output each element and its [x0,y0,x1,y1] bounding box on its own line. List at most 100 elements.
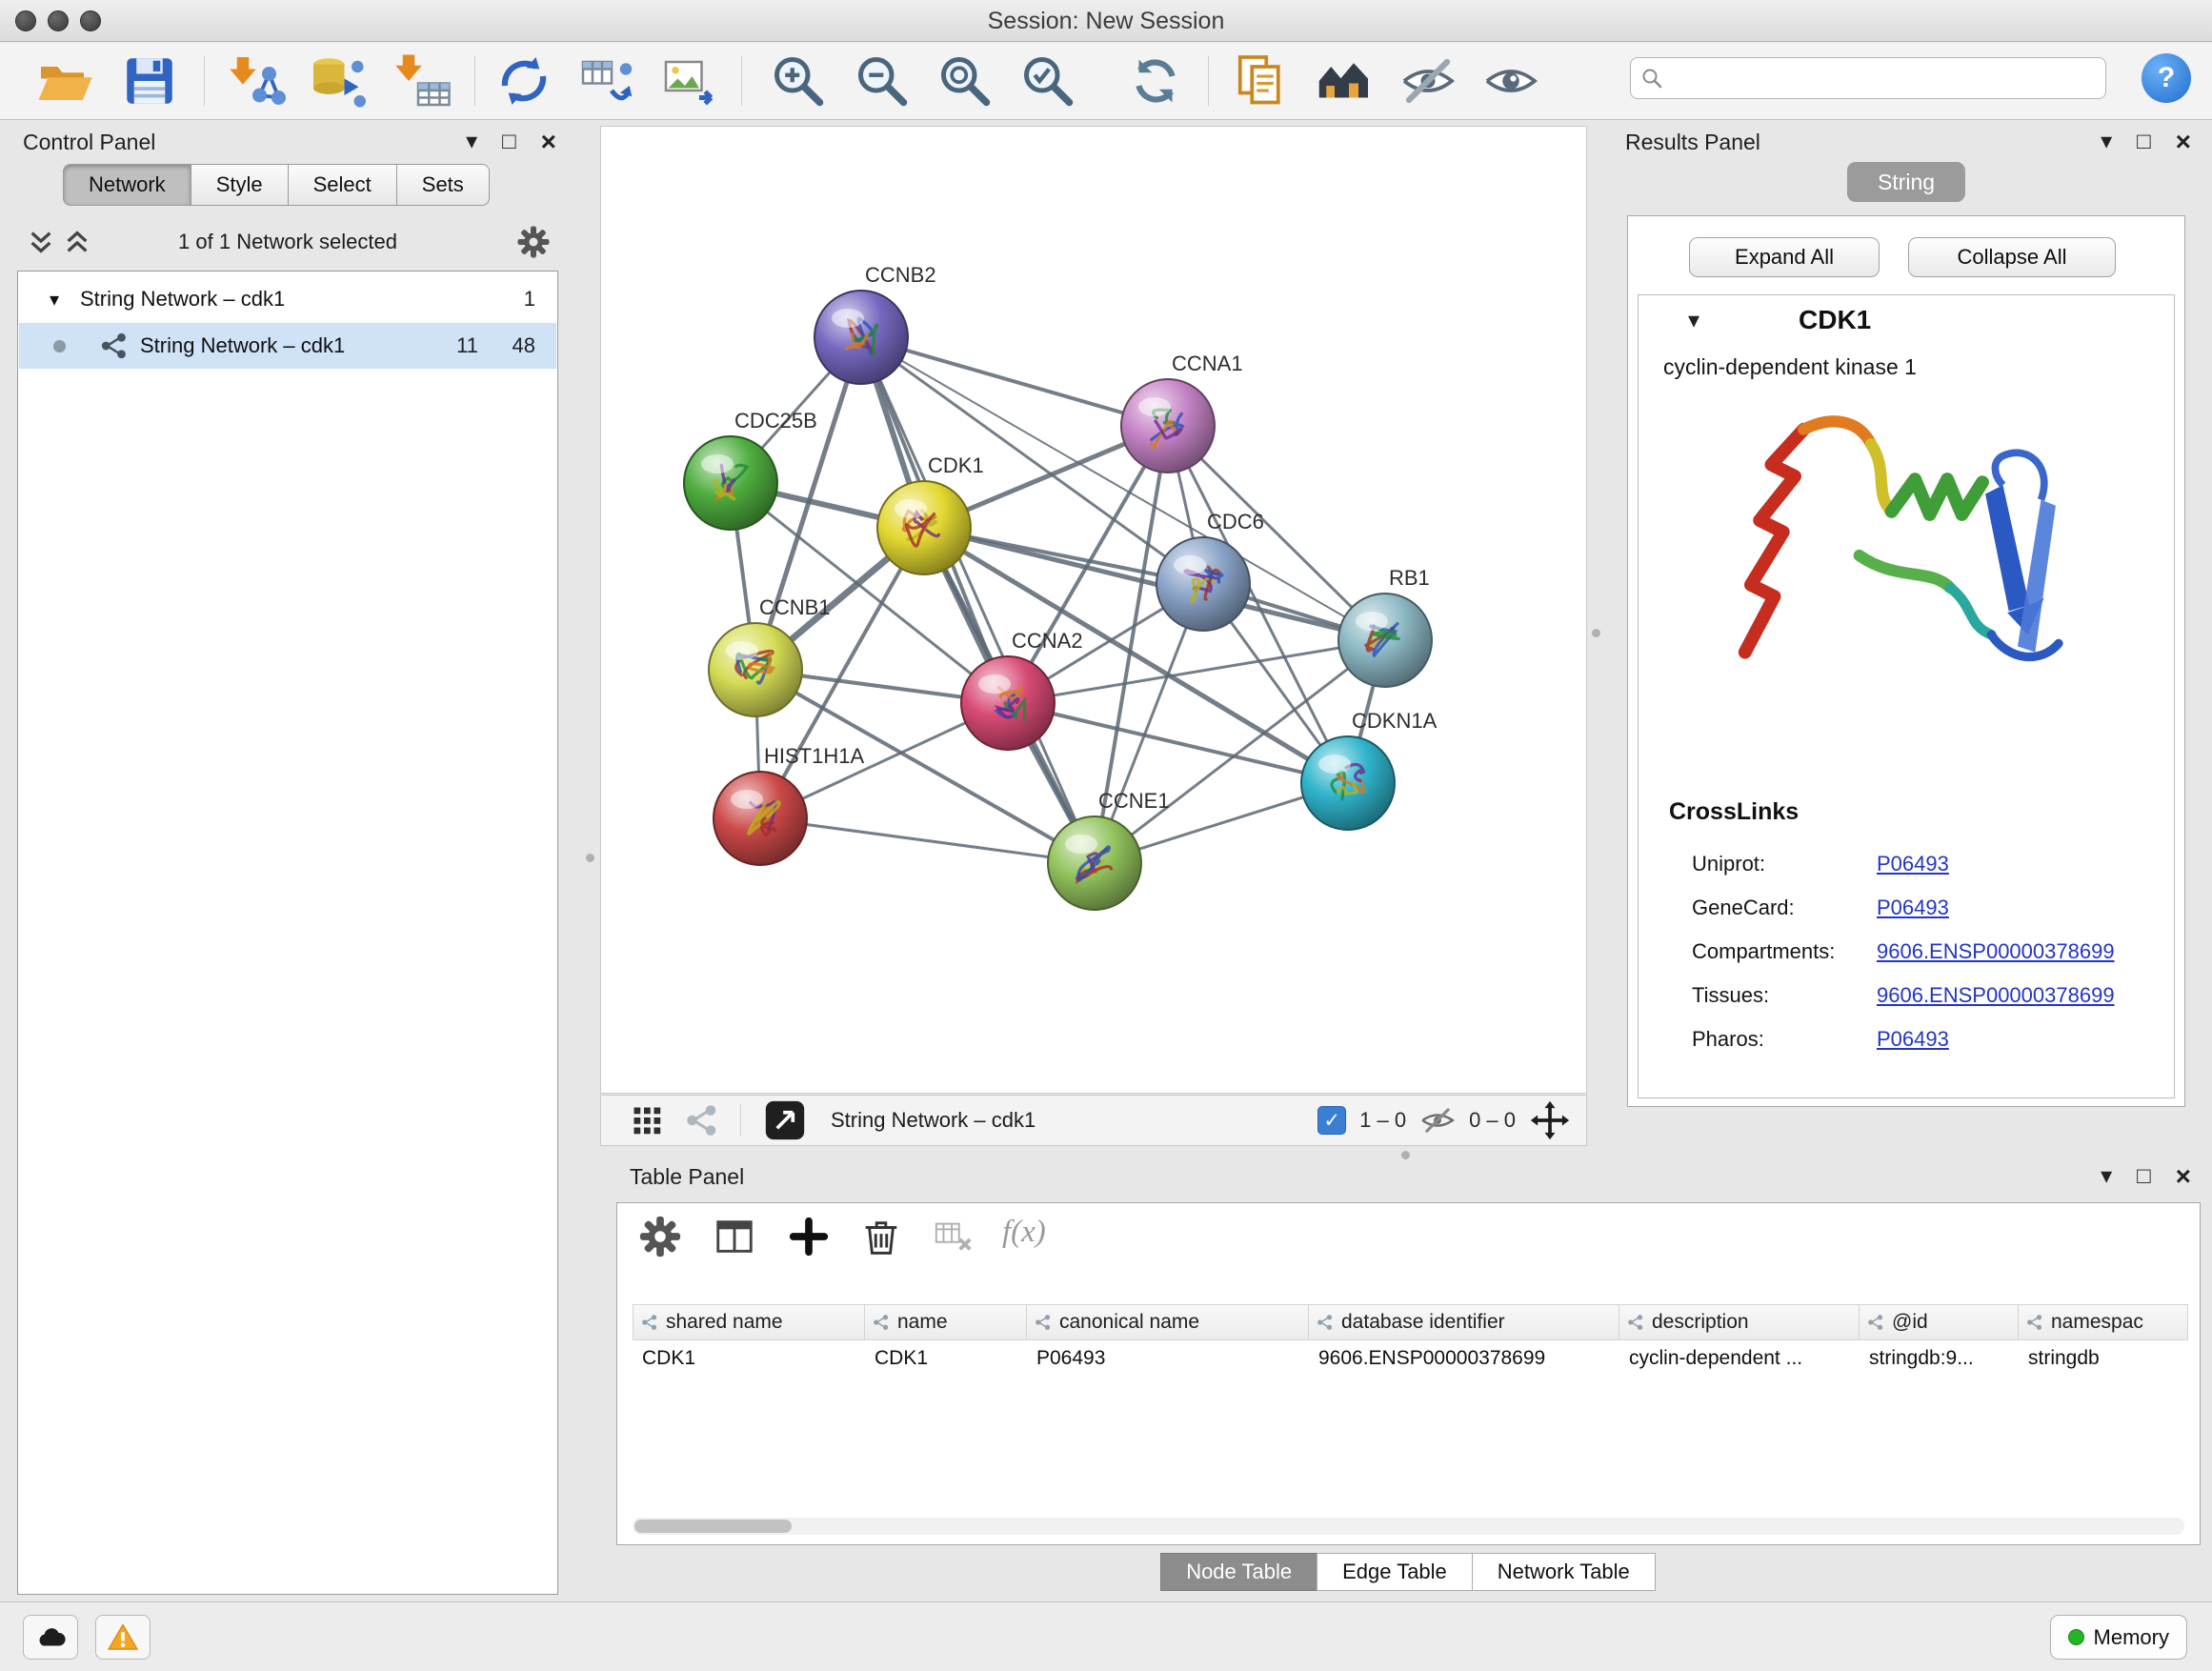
home-button[interactable] [1316,52,1373,110]
network-row-selected[interactable]: String Network – cdk1 11 48 [19,323,556,369]
column-header-database-identifier[interactable]: database identifier [1309,1304,1619,1340]
hidden-toggle-button[interactable] [1419,1102,1456,1138]
network-node-cdc6[interactable]: CDC6 [1156,510,1264,631]
network-node-cdc25b[interactable]: CDC25B [684,409,817,530]
column-header-description[interactable]: description [1619,1304,1860,1340]
fit-content-button[interactable] [1529,1099,1571,1141]
tab-sets[interactable]: Sets [397,164,490,206]
open-in-window-button[interactable] [764,1099,806,1141]
grid-view-button[interactable] [630,1103,664,1137]
float-panel-icon[interactable]: □ [2137,128,2151,156]
tab-network[interactable]: Network [63,164,191,206]
zoom-out-button[interactable] [854,52,911,110]
function-builder-button[interactable]: f(x) [1002,1215,1046,1250]
crosslink-value-link[interactable]: 9606.ENSP00000378699 [1877,983,2115,1008]
table-row[interactable]: CDK1CDK1P064939606.ENSP00000378699cyclin… [633,1340,2188,1377]
horizontal-scrollbar[interactable] [633,1518,2184,1535]
scrollbar-thumb[interactable] [634,1520,792,1533]
zoom-selected-button[interactable] [1019,52,1076,110]
import-network-from-file-button[interactable] [229,52,286,110]
show-columns-button[interactable] [713,1215,756,1258]
memory-button[interactable]: Memory [2050,1615,2187,1660]
network-options-gear-icon[interactable] [516,225,551,259]
zoom-in-button[interactable] [770,52,827,110]
panel-menu-icon[interactable]: ▾ [2101,128,2112,156]
crosslink-row: Tissues:9606.ENSP00000378699 [1639,976,2174,1019]
expand-all-button[interactable]: Expand All [1689,237,1880,277]
selected-checkbox[interactable]: ✓ [1317,1106,1346,1135]
hide-annotations-button[interactable] [1399,52,1457,110]
close-panel-icon[interactable]: × [2176,128,2191,156]
delete-column-button[interactable] [859,1215,903,1258]
network-graph[interactable]: CCNB2CCNA1CDC25BCDK1CDC6RB1CCNB1CCNA2CDK… [601,127,1586,1093]
node-count: 11 [456,333,478,358]
show-annotations-button[interactable] [1482,52,1539,110]
network-node-ccnb2[interactable]: CCNB2 [814,263,936,384]
plus-icon [787,1215,831,1258]
tree-expander-icon[interactable]: ▾ [40,288,69,312]
float-panel-icon[interactable]: □ [502,128,516,156]
tab-style[interactable]: Style [191,164,289,206]
refresh-layout-button[interactable] [1127,52,1184,110]
crosslink-value-link[interactable]: P06493 [1877,852,1949,876]
search-box[interactable] [1630,57,2106,99]
new-network-button[interactable] [495,52,553,110]
close-panel-icon[interactable]: × [2176,1162,2191,1191]
open-session-button[interactable] [36,52,93,110]
save-session-button[interactable] [121,52,178,110]
copy-document-button[interactable] [1232,52,1289,110]
network-collection-row[interactable]: ▾ String Network – cdk1 1 [19,277,556,321]
collapse-all-button[interactable]: Collapse All [1908,237,2116,277]
add-column-button[interactable] [787,1215,831,1258]
column-header-namespac[interactable]: namespac [2019,1304,2188,1340]
entry-expander-icon[interactable]: ▾ [1688,307,1699,334]
column-type-icon [873,1314,890,1331]
network-canvas[interactable]: CCNB2CCNA1CDC25BCDK1CDC6RB1CCNB1CCNA2CDK… [600,126,1587,1094]
splitter-handle[interactable] [1401,1151,1410,1159]
network-node-hist1h1a[interactable]: HIST1H1A [714,744,864,865]
export-image-button[interactable] [661,52,718,110]
network-node-ccnb1[interactable]: CCNB1 [709,595,831,716]
search-input[interactable] [1671,66,2096,91]
node-label: CCNA2 [1012,629,1083,653]
help-button[interactable]: ? [2142,53,2191,103]
network-node-rb1[interactable]: RB1 [1338,566,1432,687]
crosslink-value-link[interactable]: P06493 [1877,896,1949,920]
tab-string[interactable]: String [1847,162,1965,202]
network-edge[interactable] [861,337,1168,426]
network-node-cdkn1a[interactable]: CDKN1A [1301,709,1438,830]
panel-menu-icon[interactable]: ▾ [2101,1162,2112,1191]
tab-network-table[interactable]: Network Table [1472,1553,1656,1591]
column-header-id[interactable]: @id [1860,1304,2019,1340]
splitter-handle[interactable] [1592,629,1600,637]
table-options-button[interactable] [638,1215,682,1258]
column-header-name[interactable]: name [865,1304,1027,1340]
import-network-from-database-button[interactable] [309,52,366,110]
delete-table-button[interactable] [932,1215,975,1258]
tab-node-table[interactable]: Node Table [1160,1553,1317,1591]
network-edge[interactable] [924,528,1385,640]
network-from-table-button[interactable] [578,52,635,110]
node-label: CCNB1 [759,595,831,619]
column-header-canonical-name[interactable]: canonical name [1027,1304,1309,1340]
gear-icon [638,1215,682,1258]
column-header-shared-name[interactable]: shared name [633,1304,865,1340]
import-table-from-file-button[interactable] [394,52,452,110]
network-edge[interactable] [760,818,1095,863]
crosslink-value-link[interactable]: P06493 [1877,1027,1949,1052]
tab-edge-table[interactable]: Edge Table [1317,1553,1473,1591]
table-panel: Table Panel ▾ □ × [616,1160,2201,1601]
cloud-button[interactable] [23,1615,78,1660]
network-edge[interactable] [861,337,1095,863]
share-view-button[interactable] [685,1103,719,1137]
float-panel-icon[interactable]: □ [2137,1162,2151,1191]
network-node-ccna1[interactable]: CCNA1 [1121,352,1243,473]
zoom-fit-button[interactable] [936,52,994,110]
column-type-icon [1035,1314,1052,1331]
tab-select[interactable]: Select [289,164,397,206]
panel-menu-icon[interactable]: ▾ [466,128,477,156]
splitter-handle[interactable] [586,854,594,862]
close-panel-icon[interactable]: × [541,128,556,156]
crosslink-value-link[interactable]: 9606.ENSP00000378699 [1877,939,2115,964]
warnings-button[interactable] [95,1615,151,1660]
